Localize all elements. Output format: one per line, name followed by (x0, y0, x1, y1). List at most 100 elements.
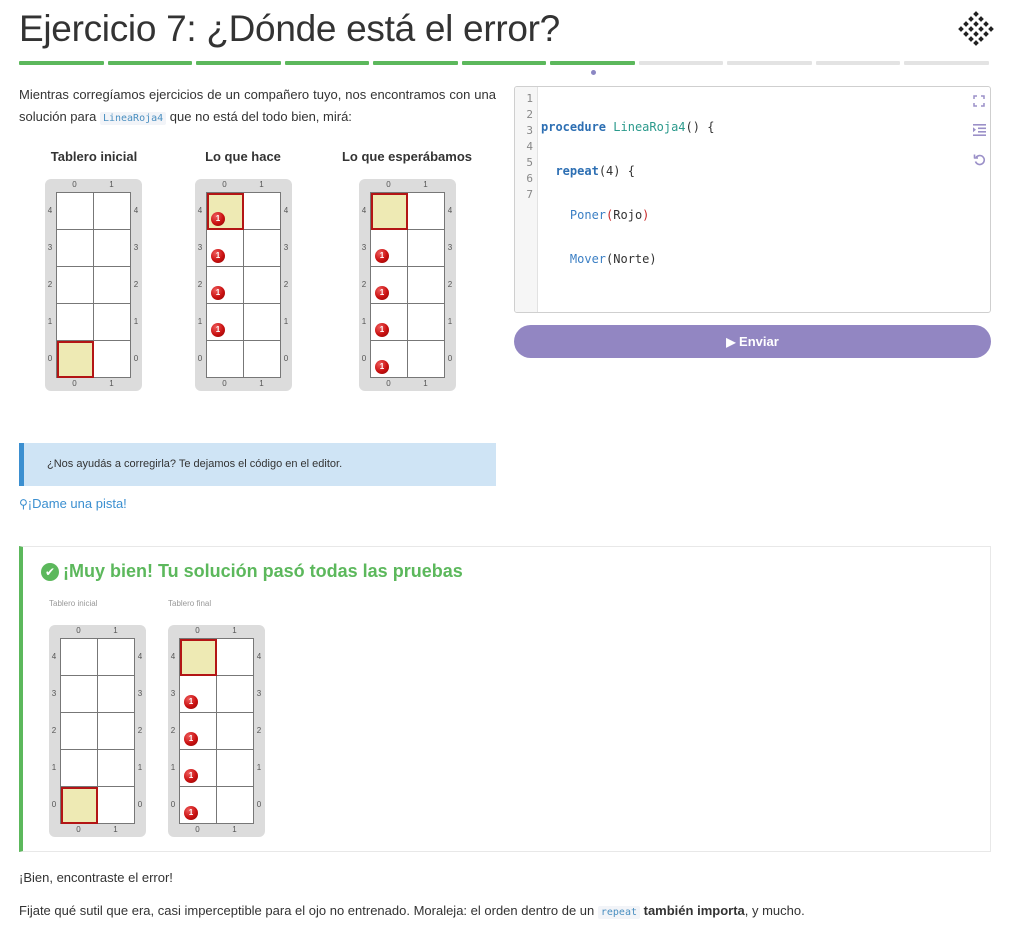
exercise-progress-bar (19, 61, 990, 66)
board-cell (98, 713, 135, 750)
board-cell (180, 639, 217, 676)
progress-segment[interactable] (107, 61, 193, 65)
row-label: 4 (256, 651, 262, 661)
row-label: 3 (133, 242, 139, 252)
row-label: 4 (170, 651, 176, 661)
board-cell (61, 750, 98, 787)
page-title: Ejercicio 7: ¿Dónde está el error? (19, 8, 560, 49)
play-icon: ▶ (726, 335, 736, 349)
info-callout: ¿Nos ayudás a corregirla? Te dejamos el … (19, 443, 496, 486)
current-exercise-indicator (591, 70, 596, 75)
column-label: 1 (423, 379, 428, 388)
progress-segment[interactable] (373, 61, 458, 65)
progress-segment[interactable] (550, 61, 635, 65)
board-cell (57, 267, 94, 304)
board-cell (94, 193, 131, 230)
row-label: 0 (137, 799, 143, 809)
row-label: 0 (133, 353, 139, 363)
board-cell: 1 (180, 750, 217, 787)
board-cell: 1 (371, 230, 408, 267)
board-label-actual: Lo que hace (205, 149, 281, 164)
fullscreen-icon[interactable] (972, 95, 986, 109)
line-number: 2 (526, 108, 533, 121)
hint-link[interactable]: ⚲¡Dame una pista! (19, 496, 127, 511)
row-label: 0 (197, 353, 203, 363)
board-cell (244, 267, 281, 304)
row-label: 2 (133, 279, 139, 289)
code-editor[interactable]: 1 2 3 4 5 6 7 procedure LineaRoja4() { repeat(… (514, 86, 991, 313)
submit-button[interactable]: ▶ Enviar (514, 325, 991, 358)
row-label: 3 (137, 688, 143, 698)
progress-segment[interactable] (815, 61, 901, 65)
row-label: 2 (283, 279, 289, 289)
lightbulb-icon: ⚲ (19, 497, 28, 511)
board-cell (244, 193, 281, 230)
row-label: 1 (447, 316, 453, 326)
submit-button-label: Enviar (739, 334, 779, 349)
progress-segment[interactable] (461, 61, 547, 65)
board-result-final: 111100114433221100 (168, 625, 265, 837)
code-line-2: repeat(4) { (555, 164, 635, 178)
board-cell (61, 713, 98, 750)
row-label: 0 (361, 353, 367, 363)
row-label: 4 (197, 205, 203, 215)
board-cell (217, 676, 254, 713)
column-label: 0 (386, 379, 391, 388)
line-number: 3 (526, 124, 533, 137)
row-label: 3 (361, 242, 367, 252)
row-label: 4 (133, 205, 139, 215)
moral-code: repeat (597, 906, 640, 919)
progress-segment[interactable] (196, 61, 281, 65)
mumuki-logo-icon (958, 11, 994, 46)
row-label: 3 (47, 242, 53, 252)
red-ball-icon: 1 (211, 249, 225, 263)
row-label: 1 (283, 316, 289, 326)
board-result-initial: 0 0 1 1 4 4 3 3 2 2 1 1 0 0 (49, 625, 146, 837)
board-cell (217, 750, 254, 787)
row-label: 2 (47, 279, 53, 289)
column-label: 0 (72, 379, 77, 388)
column-label: 0 (72, 180, 77, 189)
column-label: 0 (195, 825, 200, 834)
row-label: 2 (170, 725, 176, 735)
column-label: 0 (76, 626, 81, 635)
red-ball-icon: 1 (375, 323, 389, 337)
board-cell (244, 230, 281, 267)
board-cell: 1 (180, 676, 217, 713)
board-cell: 1 (207, 304, 244, 341)
row-label: 4 (361, 205, 367, 215)
column-label: 1 (423, 180, 428, 189)
board-cell: 1 (371, 304, 408, 341)
board-grid (56, 192, 131, 378)
row-label: 3 (197, 242, 203, 252)
success-message: ¡Bien, encontraste el error! (19, 870, 173, 885)
row-label: 4 (137, 651, 143, 661)
red-ball-icon: 1 (184, 769, 198, 783)
row-label: 1 (361, 316, 367, 326)
row-label: 1 (170, 762, 176, 772)
row-label: 4 (283, 205, 289, 215)
result-title-text: ¡Muy bien! Tu solución pasó todas las pr… (63, 561, 463, 581)
code-content[interactable]: procedure LineaRoja4() { repeat(4) { Pon… (541, 87, 714, 312)
row-label: 0 (170, 799, 176, 809)
row-label: 3 (170, 688, 176, 698)
check-circle-icon: ✔ (41, 563, 59, 581)
progress-segment[interactable] (727, 61, 812, 65)
moral-text-after: , y mucho. (744, 903, 805, 918)
code-line-4: Mover(Norte) (569, 252, 657, 266)
line-number: 7 (526, 188, 533, 201)
progress-segment[interactable] (904, 61, 990, 65)
code-line-3: Poner(Rojo) (569, 208, 650, 222)
board-cell (98, 639, 135, 676)
progress-segment[interactable] (19, 61, 104, 65)
progress-segment[interactable] (638, 61, 724, 65)
board-grid (60, 638, 135, 824)
board-cell (94, 341, 131, 378)
row-label: 0 (47, 353, 53, 363)
indent-icon[interactable] (972, 124, 986, 138)
board-cell: 1 (207, 230, 244, 267)
progress-segment[interactable] (284, 61, 370, 65)
reset-icon[interactable] (972, 153, 986, 167)
row-label: 4 (51, 651, 57, 661)
board-cell: 1 (180, 787, 217, 824)
